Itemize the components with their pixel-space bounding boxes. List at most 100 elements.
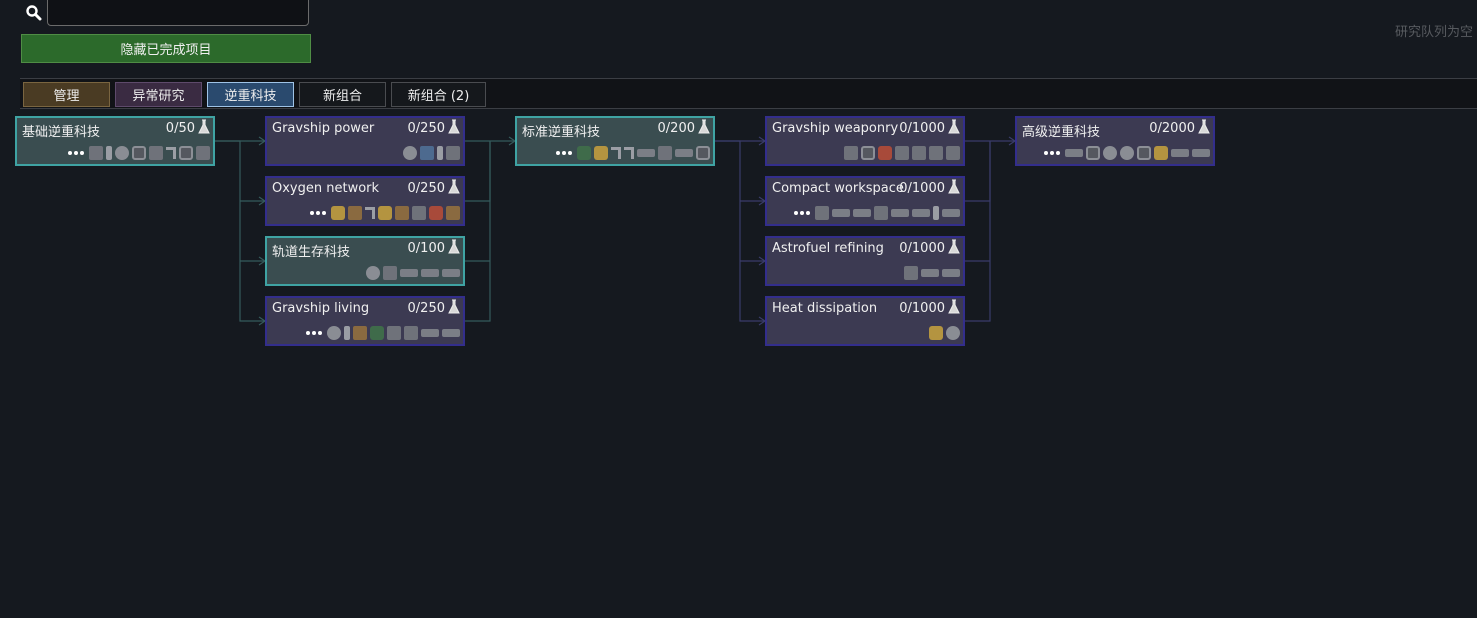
unlock-item-icon	[89, 146, 103, 160]
unlock-icons-row	[929, 325, 960, 341]
unlock-item-icon	[179, 146, 193, 160]
unlock-item-icon	[929, 146, 943, 160]
research-node-cost: 0/1000	[899, 121, 945, 136]
research-node-title: Astrofuel refining	[772, 241, 884, 256]
unlock-item-icon	[149, 146, 163, 160]
research-node-gravship-power[interactable]: Gravship power 0/250	[265, 116, 465, 166]
research-node-cost: 0/1000	[899, 241, 945, 256]
research-node-compact-workspace[interactable]: Compact workspace 0/1000	[765, 176, 965, 226]
unlock-item-icon	[946, 326, 960, 340]
unlock-item-icon	[446, 206, 460, 220]
unlock-item-icon	[365, 207, 375, 219]
research-node-advanced-gravtech[interactable]: 高级逆重科技 0/2000	[1015, 116, 1215, 166]
more-unlocks-icon[interactable]	[794, 211, 810, 215]
unlock-item-icon	[420, 146, 434, 160]
unlock-item-icon	[1065, 149, 1083, 157]
unlock-item-icon	[366, 266, 380, 280]
unlock-item-icon	[353, 326, 367, 340]
more-unlocks-icon[interactable]	[310, 211, 326, 215]
unlock-item-icon	[344, 326, 350, 340]
research-node-orbital-survival[interactable]: 轨道生存科技 0/100	[265, 236, 465, 286]
unlock-item-icon	[624, 147, 634, 159]
unlock-item-icon	[404, 326, 418, 340]
unlock-item-icon	[331, 206, 345, 220]
unlock-item-icon	[132, 146, 146, 160]
research-tree-connectors	[215, 136, 1017, 326]
research-node-title: 高级逆重科技	[1022, 125, 1101, 140]
unlock-item-icon	[1120, 146, 1134, 160]
unlock-item-icon	[421, 269, 439, 277]
more-unlocks-icon[interactable]	[306, 331, 322, 335]
unlock-item-icon	[637, 149, 655, 157]
unlock-item-icon	[437, 146, 443, 160]
flask-icon	[948, 119, 960, 134]
research-node-title: 基础逆重科技	[22, 125, 101, 140]
unlock-icons-row	[904, 265, 960, 281]
unlock-icons-row	[310, 205, 460, 221]
unlock-item-icon	[594, 146, 608, 160]
flask-icon	[698, 119, 710, 134]
flask-icon	[448, 239, 460, 254]
unlock-item-icon	[933, 206, 939, 220]
research-node-title: Gravship power	[272, 121, 375, 136]
unlock-item-icon	[942, 269, 960, 277]
unlock-item-icon	[383, 266, 397, 280]
research-node-cost: 0/50	[165, 121, 195, 136]
unlock-icons-row	[794, 205, 960, 221]
unlock-item-icon	[942, 209, 960, 217]
research-node-oxygen-network[interactable]: Oxygen network 0/250	[265, 176, 465, 226]
unlock-item-icon	[395, 206, 409, 220]
more-unlocks-icon[interactable]	[68, 151, 84, 155]
unlock-item-icon	[929, 326, 943, 340]
unlock-item-icon	[1154, 146, 1168, 160]
unlock-item-icon	[611, 147, 621, 159]
unlock-item-icon	[327, 326, 341, 340]
unlock-icons-row	[306, 325, 460, 341]
research-node-title: Oxygen network	[272, 181, 380, 196]
research-node-heat-dissipation[interactable]: Heat dissipation 0/1000	[765, 296, 965, 346]
unlock-item-icon	[378, 206, 392, 220]
research-node-title: Heat dissipation	[772, 301, 878, 316]
unlock-item-icon	[387, 326, 401, 340]
unlock-item-icon	[442, 329, 460, 337]
research-node-title: Compact workspace	[772, 181, 904, 196]
research-node-astrofuel-refining[interactable]: Astrofuel refining 0/1000	[765, 236, 965, 286]
unlock-item-icon	[400, 269, 418, 277]
research-node-cost: 0/100	[407, 241, 445, 256]
flask-icon	[948, 179, 960, 194]
unlock-item-icon	[696, 146, 710, 160]
unlock-item-icon	[1103, 146, 1117, 160]
unlock-item-icon	[658, 146, 672, 160]
research-node-gravship-weaponry[interactable]: Gravship weaponry 0/1000	[765, 116, 965, 166]
research-node-cost: 0/1000	[899, 181, 945, 196]
flask-icon	[1198, 119, 1210, 134]
unlock-icons-row	[1044, 145, 1210, 161]
unlock-item-icon	[421, 329, 439, 337]
unlock-item-icon	[348, 206, 362, 220]
unlock-item-icon	[442, 269, 460, 277]
unlock-item-icon	[403, 146, 417, 160]
unlock-item-icon	[912, 209, 930, 217]
research-node-standard-gravtech[interactable]: 标准逆重科技 0/200	[515, 116, 715, 166]
research-node-cost: 0/250	[407, 181, 445, 196]
unlock-item-icon	[429, 206, 443, 220]
research-node-title: Gravship weaponry	[772, 121, 899, 136]
research-node-cost: 0/250	[407, 121, 445, 136]
unlock-icons-row	[844, 145, 960, 161]
unlock-item-icon	[106, 146, 112, 160]
research-node-cost: 0/1000	[899, 301, 945, 316]
more-unlocks-icon[interactable]	[556, 151, 572, 155]
unlock-item-icon	[904, 266, 918, 280]
research-node-cost: 0/2000	[1149, 121, 1195, 136]
research-node-basic-gravtech[interactable]: 基础逆重科技 0/50	[15, 116, 215, 166]
unlock-item-icon	[853, 209, 871, 217]
research-node-gravship-living[interactable]: Gravship living 0/250	[265, 296, 465, 346]
unlock-item-icon	[412, 206, 426, 220]
flask-icon	[448, 119, 460, 134]
more-unlocks-icon[interactable]	[1044, 151, 1060, 155]
unlock-item-icon	[577, 146, 591, 160]
unlock-item-icon	[874, 206, 888, 220]
flask-icon	[448, 299, 460, 314]
research-node-title: 轨道生存科技	[272, 245, 351, 260]
unlock-item-icon	[946, 146, 960, 160]
